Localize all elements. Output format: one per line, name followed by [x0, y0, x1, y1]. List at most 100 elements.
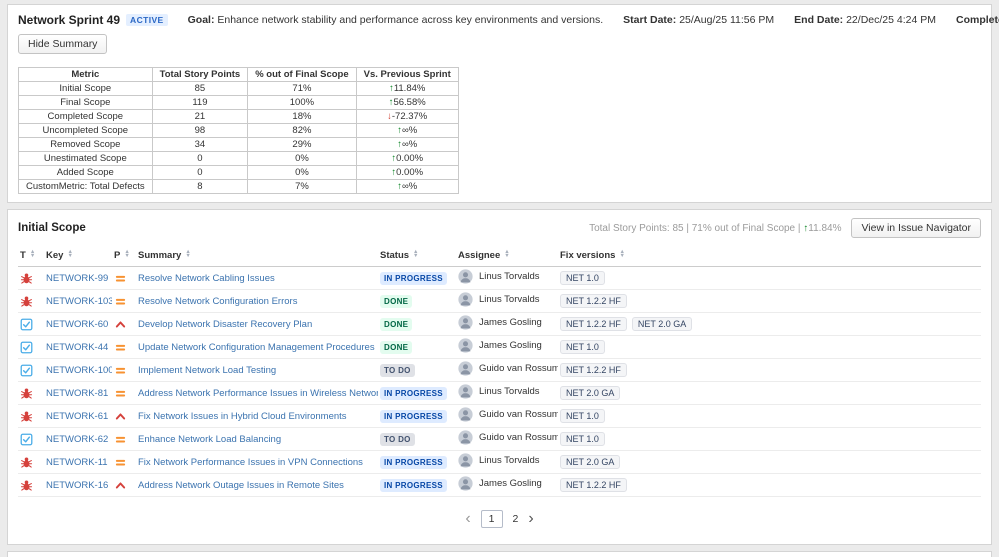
- type-cell: [18, 381, 44, 405]
- hide-summary-button[interactable]: Hide Summary: [18, 34, 108, 54]
- issue-summary-link[interactable]: Resolve Network Configuration Errors: [138, 296, 297, 307]
- column-header-t[interactable]: T ▲ ▼: [18, 247, 44, 267]
- column-header-fix-versions[interactable]: Fix versions ▲ ▼: [558, 247, 981, 267]
- issue-key-link[interactable]: NETWORK-11: [46, 457, 108, 468]
- assignee: Linus Torvalds: [458, 384, 540, 399]
- start-date-value: 25/Aug/25 11:56 PM: [679, 14, 775, 26]
- total-story-points-value: 85: [151, 81, 249, 96]
- bug-icon: [20, 295, 33, 308]
- column-label: P: [114, 250, 121, 261]
- user-avatar-icon: [458, 407, 473, 422]
- sort-icon: ▲ ▼: [504, 248, 510, 260]
- issue-key-link[interactable]: NETWORK-60: [46, 319, 108, 330]
- status-cell: IN PROGRESS: [378, 266, 456, 290]
- vs-previous-sprint-value: ↑56.58%: [355, 95, 459, 110]
- task-icon: [20, 318, 33, 331]
- issue-key-link[interactable]: NETWORK-62: [46, 434, 108, 445]
- medium-priority-icon: [114, 341, 127, 354]
- key-cell: NETWORK-11: [44, 450, 112, 474]
- medium-priority-icon: [114, 295, 127, 308]
- view-in-issue-navigator-button[interactable]: View in Issue Navigator: [851, 218, 981, 238]
- user-avatar-icon: [458, 430, 473, 445]
- initial-scope-title: Initial Scope: [18, 222, 86, 234]
- metric-label: Final Scope: [18, 95, 153, 110]
- issue-summary-link[interactable]: Implement Network Load Testing: [138, 365, 276, 376]
- next-page-button[interactable]: ›: [528, 511, 533, 527]
- issue-key-link[interactable]: NETWORK-81: [46, 388, 108, 399]
- vs-previous-sprint-value: ↑0.00%: [355, 151, 459, 166]
- user-avatar-icon: [458, 476, 473, 491]
- metric-label: Uncompleted Scope: [18, 123, 153, 138]
- column-header-summary[interactable]: Summary ▲ ▼: [136, 247, 378, 267]
- fix-version-tag: NET 1.0: [560, 271, 605, 285]
- issue-summary-link[interactable]: Enhance Network Load Balancing: [138, 434, 281, 445]
- assignee: Linus Torvalds: [458, 453, 540, 468]
- issue-summary-link[interactable]: Fix Network Performance Issues in VPN Co…: [138, 457, 363, 468]
- task-icon: [20, 364, 33, 377]
- metric-label: Initial Scope: [18, 81, 153, 96]
- summary-cell: Enhance Network Load Balancing: [136, 427, 378, 451]
- issue-key-link[interactable]: NETWORK-103: [46, 296, 112, 307]
- status-lozenge: IN PROGRESS: [380, 478, 447, 492]
- sprint-end-date: End Date: 22/Dec/25 4:24 PM: [794, 14, 936, 26]
- up-arrow-icon: ↑: [389, 83, 394, 94]
- summary-column-header: Total Story Points: [151, 67, 249, 82]
- fix-versions-cell: NET 1.0: [558, 335, 981, 359]
- issue-summary-link[interactable]: Address Network Outage Issues in Remote …: [138, 480, 344, 491]
- bug-icon: [20, 272, 33, 285]
- type-cell: [18, 473, 44, 497]
- prev-page-button[interactable]: ‹: [465, 511, 470, 527]
- status-lozenge: IN PROGRESS: [380, 409, 447, 423]
- total-story-points-value: 34: [151, 137, 249, 152]
- fix-version-tag: NET 1.0: [560, 340, 605, 354]
- key-cell: NETWORK-103: [44, 289, 112, 313]
- assignee-cell: Linus Torvalds: [456, 289, 558, 313]
- down-arrow-icon: ↓: [387, 111, 392, 122]
- issue-row: NETWORK-81 Address Network Performance Is…: [18, 381, 981, 405]
- column-header-key[interactable]: Key ▲ ▼: [44, 247, 112, 267]
- assignee: James Gosling: [458, 476, 542, 491]
- status-cell: IN PROGRESS: [378, 381, 456, 405]
- key-cell: NETWORK-99: [44, 266, 112, 290]
- assignee: Linus Torvalds: [458, 292, 540, 307]
- fix-version-tag: NET 1.2.2 HF: [560, 478, 627, 492]
- issue-key-link[interactable]: NETWORK-99: [46, 273, 108, 284]
- issue-summary-link[interactable]: Resolve Network Cabling Issues: [138, 273, 275, 284]
- task-icon: [20, 341, 33, 354]
- issue-summary-link[interactable]: Address Network Performance Issues in Wi…: [138, 388, 378, 399]
- column-header-assignee[interactable]: Assignee ▲ ▼: [456, 247, 558, 267]
- column-label: Key: [46, 250, 64, 261]
- page-2-button[interactable]: 2: [513, 513, 519, 525]
- assignee-cell: Guido van Rossum: [456, 404, 558, 428]
- issue-key-link[interactable]: NETWORK-44: [46, 342, 108, 353]
- issue-key-link[interactable]: NETWORK-61: [46, 411, 108, 422]
- priority-cell: [112, 335, 136, 359]
- sprint-start-date: Start Date: 25/Aug/25 11:56 PM: [623, 14, 774, 26]
- issue-key-link[interactable]: NETWORK-100: [46, 365, 112, 376]
- user-avatar-icon: [458, 315, 473, 330]
- priority-cell: [112, 381, 136, 405]
- issue-summary-link[interactable]: Update Network Configuration Management …: [138, 342, 375, 353]
- fix-version-tag: NET 2.0 GA: [631, 317, 693, 331]
- issue-key-link[interactable]: NETWORK-16: [46, 480, 108, 491]
- sort-icon: ▲ ▼: [185, 248, 191, 260]
- issue-summary-link[interactable]: Fix Network Issues in Hybrid Cloud Envir…: [138, 411, 347, 422]
- column-header-p[interactable]: P ▲ ▼: [112, 247, 136, 267]
- priority-cell: [112, 473, 136, 497]
- key-cell: NETWORK-61: [44, 404, 112, 428]
- pct-of-final-scope-value: 82%: [247, 123, 357, 138]
- type-cell: [18, 404, 44, 428]
- page-1-button[interactable]: 1: [480, 510, 503, 528]
- fix-version-tag: NET 1.0: [560, 409, 605, 423]
- pct-of-final-scope-value: 29%: [247, 137, 357, 152]
- assignee: Guido van Rossum: [458, 361, 558, 376]
- sprint-active-badge: ACTIVE: [126, 14, 168, 26]
- fix-versions-cell: NET 1.2.2 HF: [558, 358, 981, 382]
- final-scope-section: Final Scope Total Story Points: 119 | 10…: [7, 551, 992, 557]
- column-label: Summary: [138, 250, 182, 261]
- vs-previous-sprint-value: ↑11.84%: [355, 81, 459, 96]
- issue-summary-link[interactable]: Develop Network Disaster Recovery Plan: [138, 319, 312, 330]
- status-cell: DONE: [378, 312, 456, 336]
- fix-versions-cell: NET 2.0 GA: [558, 381, 981, 405]
- column-header-status[interactable]: Status ▲ ▼: [378, 247, 456, 267]
